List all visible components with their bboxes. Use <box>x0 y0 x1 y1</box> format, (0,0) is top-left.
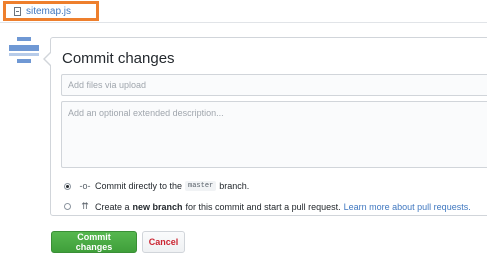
pull-request-help-link[interactable]: Learn more about pull requests. <box>344 202 471 212</box>
new-branch-suffix: for this commit and start a pull request… <box>185 201 341 212</box>
commit-changes-button[interactable]: Commit changes <box>51 231 137 253</box>
git-commit-icon: -o- <box>79 181 91 191</box>
new-branch-radio[interactable] <box>64 203 71 210</box>
commit-panel: Commit changes -o- Commit directly to th… <box>43 37 487 216</box>
new-branch-prefix: Create a <box>95 201 130 212</box>
commit-description-input[interactable] <box>61 101 487 168</box>
file-name: sitemap.js <box>26 5 72 17</box>
file-name-highlight[interactable]: sitemap.js <box>3 1 99 21</box>
avatar-icon <box>9 37 39 67</box>
new-branch-bold: new branch <box>132 201 183 212</box>
commit-direct-radio[interactable] <box>64 182 71 190</box>
cancel-button[interactable]: Cancel <box>142 231 185 253</box>
commit-direct-option[interactable]: -o- Commit directly to the master branch… <box>64 181 249 191</box>
branch-name: master <box>185 181 217 191</box>
commit-direct-prefix: Commit directly to the <box>95 181 183 191</box>
commit-title: Commit changes <box>62 50 175 67</box>
git-pull-request-icon: ⇈ <box>81 201 89 211</box>
file-tab-bar: sitemap.js <box>0 0 487 23</box>
new-branch-option[interactable]: ⇈ Create a new branch for this commit an… <box>64 201 471 212</box>
commit-direct-suffix: branch. <box>219 181 250 191</box>
commit-summary-input[interactable] <box>61 74 487 96</box>
file-icon <box>14 6 21 16</box>
